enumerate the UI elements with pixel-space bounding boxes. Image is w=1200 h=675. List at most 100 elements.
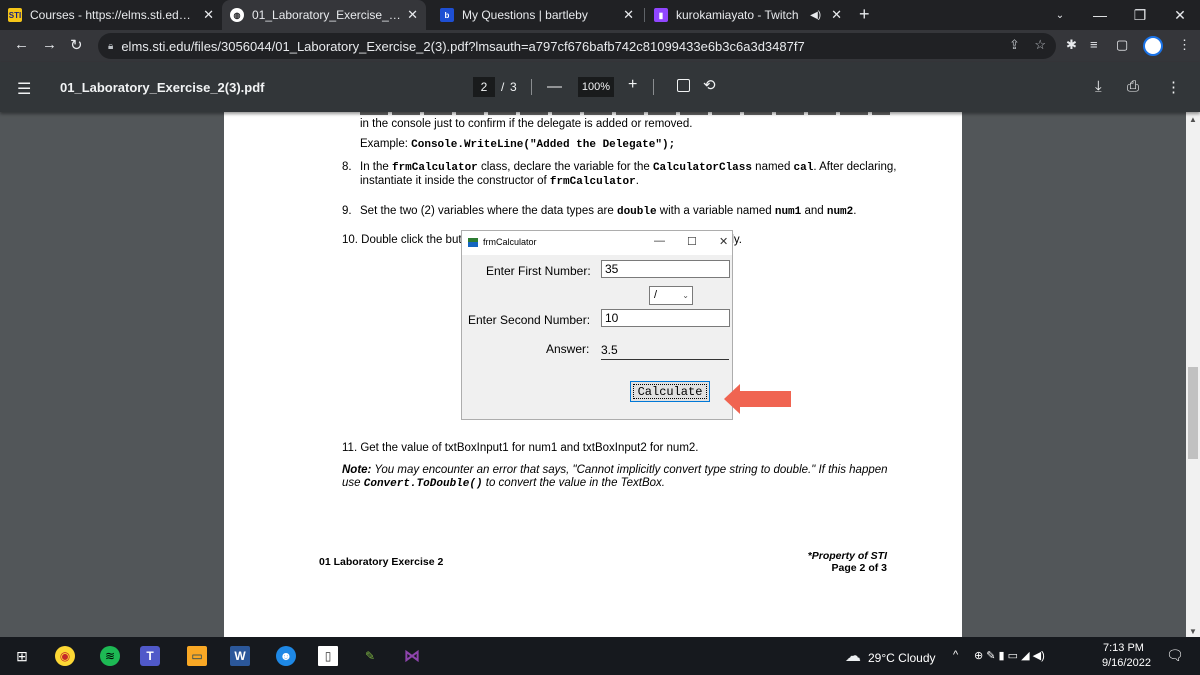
minimize-button[interactable]: — — [1080, 0, 1120, 30]
file-explorer-icon[interactable]: ▭ — [187, 646, 207, 666]
close-icon[interactable]: ✕ — [623, 7, 634, 23]
chevron-up-icon[interactable]: ^ — [953, 649, 958, 661]
code: num2 — [826, 206, 854, 218]
operator-value: / — [654, 289, 658, 301]
print-icon[interactable]: ⎙ — [1127, 78, 1139, 95]
audio-icon[interactable]: ◀) — [810, 10, 821, 21]
visual-studio-icon[interactable]: ⋈ — [402, 646, 422, 666]
step-8-line2: instantiate it inside the constructor of… — [360, 175, 639, 188]
page-number-input[interactable]: 2 — [473, 77, 495, 97]
spotify-icon[interactable]: ≋ — [100, 646, 120, 666]
side-panel-icon[interactable]: ▢ — [1116, 37, 1128, 53]
minimize-icon: — — [654, 235, 665, 247]
twitch-favicon-icon: ▮ — [654, 8, 668, 22]
close-icon[interactable]: ✕ — [203, 7, 214, 23]
divider — [653, 79, 654, 95]
code: Convert.ToDouble() — [363, 478, 483, 490]
tab-bartleby[interactable]: b My Questions | bartleby ✕ — [432, 0, 642, 30]
form-title: frmCalculator — [483, 237, 537, 247]
page-separator: / — [501, 80, 505, 94]
code: num1 — [774, 206, 802, 218]
word-icon[interactable]: W — [230, 646, 250, 666]
scroll-down-icon[interactable]: ▼ — [1189, 627, 1197, 636]
text: named — [751, 161, 794, 173]
menu-icon[interactable]: ⋮ — [1178, 37, 1191, 53]
zoom-out-button[interactable]: — — [547, 78, 562, 95]
globe-icon: ◍ — [230, 8, 244, 22]
tab-search-icon[interactable]: ⌄ — [1040, 0, 1080, 30]
paint-icon[interactable]: ✎ — [360, 646, 380, 666]
tab-courses[interactable]: STI Courses - https://elms.sti.edu/stu ✕ — [0, 0, 222, 30]
weather-text[interactable]: 29°C Cloudy — [868, 651, 936, 665]
doc-text: in the console just to confirm if the de… — [360, 118, 693, 130]
scroll-up-icon[interactable]: ▲ — [1189, 115, 1197, 124]
clock-date[interactable]: 9/16/2022 — [1102, 657, 1151, 669]
text: to convert the value in the TextBox. — [482, 477, 665, 489]
step-9: Set the two (2) variables where the data… — [360, 205, 856, 218]
text: In the — [360, 161, 392, 173]
extension-icon[interactable]: ✱ — [1066, 37, 1077, 53]
teams-icon[interactable]: T — [140, 646, 160, 666]
windows-start-icon[interactable]: ⊞ — [12, 646, 32, 666]
discord-icon[interactable]: ☻ — [276, 646, 296, 666]
answer-label: Answer: — [546, 342, 590, 356]
answer-value: 3.5 — [601, 343, 618, 357]
chevron-down-icon: ⌄ — [682, 291, 689, 300]
zoom-in-button[interactable]: + — [628, 76, 637, 94]
address-bar[interactable]: 🔒︎ elms.sti.edu/files/3056044/01_Laborat… — [98, 33, 1056, 59]
back-icon[interactable]: ← — [14, 36, 29, 53]
share-and-star-icons[interactable]: ⇪ ☆ — [1009, 37, 1046, 53]
code: cal — [793, 162, 814, 174]
doc-example: Example: Console.WriteLine("Added the De… — [360, 138, 675, 151]
second-number-label: Enter Second Number: — [468, 313, 591, 327]
tray-icons[interactable]: ⊕ ✎ ▮ ▭ ◢ ◀) — [974, 649, 1045, 662]
step-number: 8. — [342, 161, 352, 173]
taskbar: ⊞ ◉ ≋ T ▭ W ☻ ▯ ✎ ⋈ ☁ 29°C Cloudy ^ ⊕ ✎ … — [0, 637, 1200, 675]
more-options-icon[interactable]: ⋮ — [1166, 78, 1181, 96]
tab-title: 01_Laboratory_Exercise_2(3).pdf — [252, 8, 401, 22]
code: double — [616, 206, 657, 218]
tab-title: My Questions | bartleby — [462, 8, 588, 22]
new-tab-button[interactable]: + — [859, 4, 870, 25]
fit-page-icon[interactable] — [677, 79, 690, 92]
clipped-text-line — [360, 112, 890, 115]
avatar[interactable] — [1143, 36, 1163, 56]
restore-button[interactable]: ❐ — [1120, 0, 1160, 30]
close-window-button[interactable]: ✕ — [1160, 0, 1200, 30]
footer-left: 01 Laboratory Exercise 2 — [319, 556, 444, 568]
scrollbar-thumb[interactable] — [1188, 367, 1198, 459]
footer-property: *Property of STI — [807, 550, 887, 562]
rotate-icon[interactable]: ⟲ — [703, 76, 716, 94]
url-text: elms.sti.edu/files/3056044/01_Laboratory… — [121, 38, 805, 54]
tab-pdf[interactable]: ◍ 01_Laboratory_Exercise_2(3).pdf ✕ — [222, 0, 426, 30]
divider — [531, 79, 532, 95]
download-icon[interactable]: ⤓ — [1095, 78, 1102, 95]
answer-underline — [601, 359, 729, 360]
reload-icon[interactable]: ↻ — [70, 36, 83, 54]
tab-title: Courses - https://elms.sti.edu/stu — [30, 8, 198, 22]
close-icon[interactable]: ✕ — [831, 7, 842, 23]
forward-icon[interactable]: → — [42, 36, 57, 53]
chrome-icon[interactable]: ◉ — [55, 646, 75, 666]
text: instantiate it inside the constructor of — [360, 175, 550, 187]
note-line2: use Convert.ToDouble() to convert the va… — [342, 477, 665, 490]
pdf-filename: 01_Laboratory_Exercise_2(3).pdf — [60, 80, 265, 95]
document-icon[interactable]: ▯ — [318, 646, 338, 666]
close-icon: ✕ — [719, 236, 729, 248]
zoom-input[interactable]: 100% — [578, 77, 614, 97]
hamburger-menu-icon[interactable]: ☰ — [17, 79, 31, 99]
text: and — [801, 205, 827, 217]
notification-icon[interactable]: 🗨︎ — [1166, 647, 1184, 664]
close-icon[interactable]: ✕ — [407, 7, 418, 23]
example-code: Console.WriteLine("Added the Delegate"); — [411, 139, 676, 151]
code: frmCalculator — [549, 176, 636, 188]
tab-title: kurokamiayato - Twitch — [676, 8, 799, 22]
tab-twitch[interactable]: ▮ kurokamiayato - Twitch ◀) ✕ — [646, 0, 850, 30]
lock-icon: 🔒︎ — [108, 40, 114, 52]
note-text: You may encounter an error that says, "C… — [371, 464, 888, 476]
text: . After declaring, — [813, 161, 897, 173]
clock-time[interactable]: 7:13 PM — [1103, 642, 1144, 654]
text: . — [635, 175, 639, 187]
reading-list-icon[interactable]: ≡ — [1090, 37, 1098, 52]
note-line1: Note: You may encounter an error that sa… — [342, 464, 888, 476]
